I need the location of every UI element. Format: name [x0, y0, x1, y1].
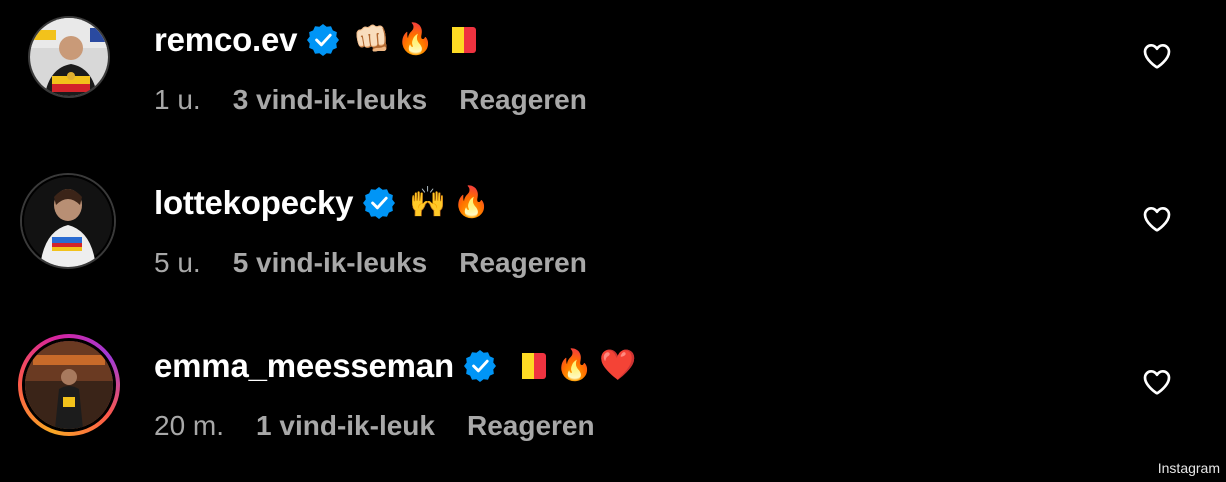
heart-outline-icon[interactable]: [1141, 203, 1173, 235]
avatar[interactable]: [20, 173, 116, 269]
reply-button[interactable]: Reageren: [467, 410, 595, 442]
comment-time: 5 u.: [154, 247, 201, 278]
avatar[interactable]: [18, 334, 120, 436]
fire-emoji: 🔥: [452, 186, 491, 219]
instagram-watermark: Instagram: [1157, 460, 1220, 476]
raising-hands-emoji: 🙌: [409, 186, 447, 219]
reply-button[interactable]: Reageren: [459, 247, 587, 279]
story-ring: [22, 338, 116, 432]
heart-outline-icon[interactable]: [1141, 366, 1173, 398]
comment-item: emma_meesseman 🔥 ❤️ 20 m. 1 vind-ik-leuk…: [0, 326, 1226, 476]
verified-badge-icon: [363, 187, 396, 219]
username[interactable]: emma_meesseman: [154, 342, 454, 390]
username[interactable]: lottekopecky: [154, 179, 354, 227]
comment-text: 🔥 ❤️: [509, 342, 643, 390]
avatar[interactable]: [28, 16, 110, 98]
fist-emoji: 👊🏻: [353, 23, 391, 56]
verified-badge-icon: [463, 350, 496, 382]
reply-button[interactable]: Reageren: [459, 84, 587, 116]
heart-outline-icon[interactable]: [1141, 40, 1173, 72]
comment-text: 👊🏻 🔥: [353, 16, 477, 64]
fire-emoji: 🔥: [555, 349, 594, 382]
username[interactable]: remco.ev: [154, 16, 298, 64]
likes-count[interactable]: 5 vind-ik-leuks: [233, 247, 428, 279]
comment-item: remco.ev 👊🏻 🔥 1 u. 3 vind-ik-leuks Reage…: [0, 0, 1226, 150]
comment-time: 20 m.: [154, 410, 225, 441]
likes-count[interactable]: 3 vind-ik-leuks: [233, 84, 428, 116]
belgium-flag-icon: [440, 27, 477, 53]
comment-text: 🙌 🔥: [409, 179, 496, 227]
likes-count[interactable]: 1 vind-ik-leuk: [256, 410, 435, 442]
verified-badge-icon: [307, 24, 340, 56]
comment-item: lottekopecky 🙌 🔥 5 u. 5 vind-ik-leuks Re…: [0, 163, 1226, 313]
red-heart-emoji: ❤️: [599, 349, 637, 382]
fire-emoji: 🔥: [396, 23, 435, 56]
belgium-flag-icon: [509, 353, 546, 379]
comment-time: 1 u.: [154, 84, 201, 115]
